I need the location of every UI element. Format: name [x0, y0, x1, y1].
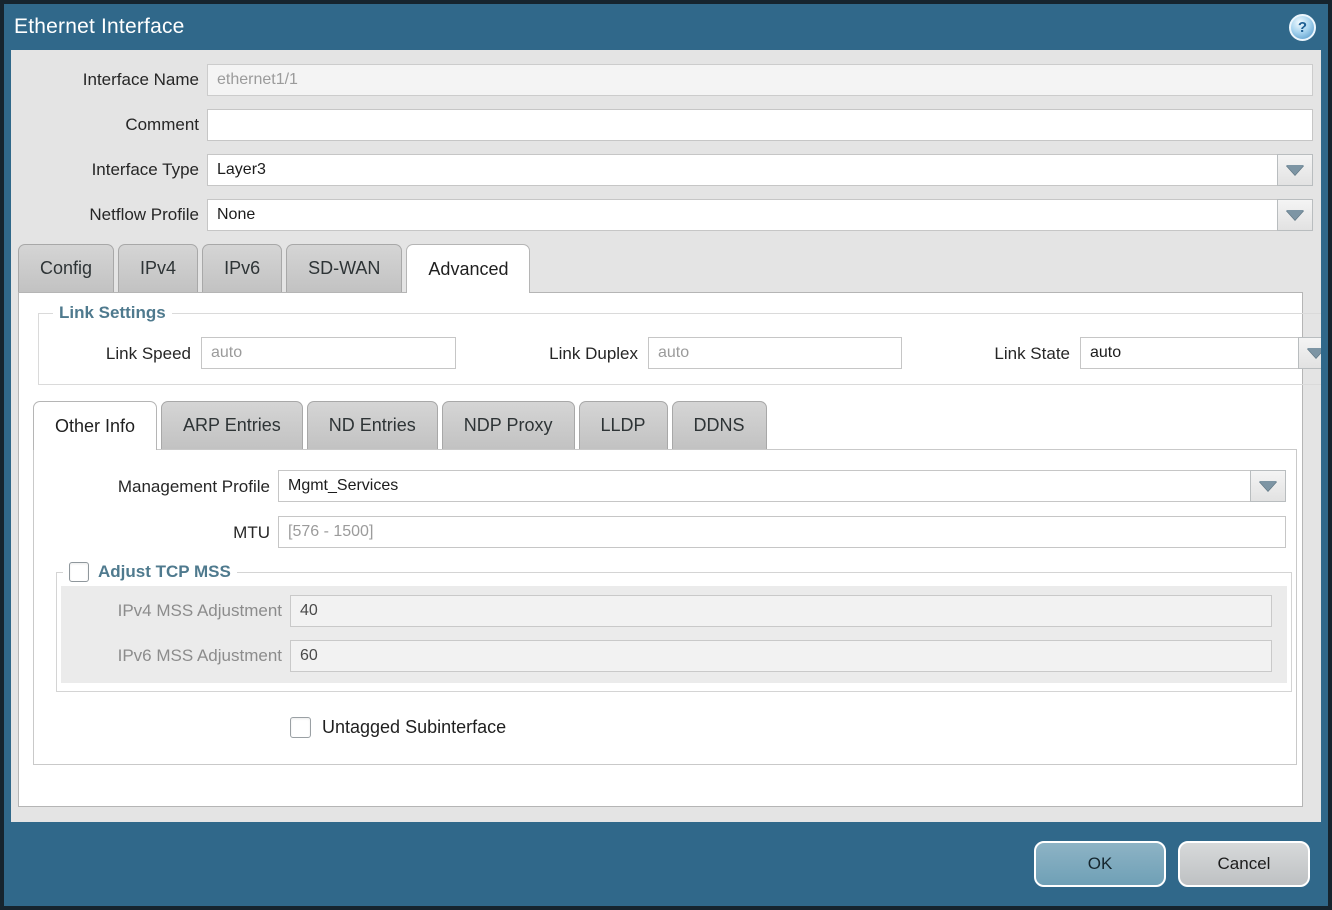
ipv4-mss-label: IPv4 MSS Adjustment	[61, 601, 290, 621]
ipv4-mss-input	[290, 595, 1272, 627]
ipv4-mss-row: IPv4 MSS Adjustment	[61, 594, 1272, 627]
adjust-tcp-mss-legend: Adjust TCP MSS	[98, 562, 231, 582]
link-state-dropdown-button[interactable]	[1298, 337, 1321, 369]
tab-lldp[interactable]: LLDP	[579, 401, 668, 449]
link-state-label: Link State	[965, 344, 1080, 364]
sub-tab-bar: Other Info ARP Entries ND Entries NDP Pr…	[33, 401, 1302, 449]
adjust-tcp-mss-fieldset: Adjust TCP MSS IPv4 MSS Adjustment IPv6 …	[56, 562, 1292, 692]
link-state-select[interactable]: auto	[1080, 337, 1298, 369]
management-profile-row: Management Profile Mgmt_Services	[34, 470, 1296, 503]
netflow-profile-select[interactable]: None	[207, 199, 1277, 231]
netflow-profile-dropdown-button[interactable]	[1277, 199, 1313, 231]
interface-type-select[interactable]: Layer3	[207, 154, 1277, 186]
adjust-tcp-mss-checkbox[interactable]	[69, 562, 89, 582]
link-settings-legend: Link Settings	[53, 303, 172, 323]
untagged-subinterface-checkbox[interactable]	[290, 717, 311, 738]
chevron-down-icon	[1286, 165, 1304, 175]
mss-disabled-panel: IPv4 MSS Adjustment IPv6 MSS Adjustment	[61, 586, 1287, 683]
tab-ndp-proxy[interactable]: NDP Proxy	[442, 401, 575, 449]
link-duplex-label: Link Duplex	[503, 344, 648, 364]
mtu-row: MTU	[34, 516, 1296, 549]
cancel-button[interactable]: Cancel	[1178, 841, 1310, 887]
mtu-label: MTU	[34, 523, 278, 543]
untagged-subinterface-row: Untagged Subinterface	[290, 717, 1296, 738]
netflow-profile-row: Netflow Profile None	[11, 199, 1321, 231]
dialog-content: Interface Name Comment Interface Type La…	[11, 50, 1321, 822]
management-profile-select[interactable]: Mgmt_Services	[278, 470, 1250, 502]
main-tab-bar: Config IPv4 IPv6 SD-WAN Advanced	[11, 244, 1321, 292]
interface-name-input	[207, 64, 1313, 96]
dialog-footer: OK Cancel	[4, 822, 1328, 906]
tab-config[interactable]: Config	[18, 244, 114, 292]
netflow-profile-label: Netflow Profile	[11, 205, 207, 225]
link-duplex-input[interactable]	[648, 337, 902, 369]
ipv6-mss-label: IPv6 MSS Adjustment	[61, 646, 290, 666]
tab-nd-entries[interactable]: ND Entries	[307, 401, 438, 449]
ipv6-mss-row: IPv6 MSS Adjustment	[61, 639, 1272, 672]
other-info-panel: Management Profile Mgmt_Services MTU	[33, 449, 1297, 765]
chevron-down-icon	[1286, 210, 1304, 220]
titlebar: Ethernet Interface ?	[4, 4, 1328, 50]
link-settings-fieldset: Link Settings Link Speed Link Duplex Lin…	[38, 303, 1321, 385]
comment-label: Comment	[11, 115, 207, 135]
tab-other-info[interactable]: Other Info	[33, 401, 157, 450]
tab-advanced[interactable]: Advanced	[406, 244, 530, 293]
interface-type-dropdown-button[interactable]	[1277, 154, 1313, 186]
tab-ipv6[interactable]: IPv6	[202, 244, 282, 292]
management-profile-dropdown-button[interactable]	[1250, 470, 1286, 502]
dialog-title: Ethernet Interface	[14, 15, 1289, 39]
ipv6-mss-input	[290, 640, 1272, 672]
advanced-tab-panel: Link Settings Link Speed Link Duplex Lin…	[18, 292, 1303, 807]
comment-input[interactable]	[207, 109, 1313, 141]
chevron-down-icon	[1307, 348, 1321, 358]
link-speed-label: Link Speed	[51, 344, 201, 364]
link-speed-input[interactable]	[201, 337, 456, 369]
interface-type-label: Interface Type	[11, 160, 207, 180]
interface-name-label: Interface Name	[11, 70, 207, 90]
mtu-input[interactable]	[278, 516, 1286, 548]
untagged-subinterface-label: Untagged Subinterface	[322, 717, 506, 738]
management-profile-label: Management Profile	[34, 477, 278, 497]
comment-row: Comment	[11, 109, 1321, 141]
tab-arp-entries[interactable]: ARP Entries	[161, 401, 303, 449]
tab-ddns[interactable]: DDNS	[672, 401, 767, 449]
interface-name-row: Interface Name	[11, 64, 1321, 96]
tab-sdwan[interactable]: SD-WAN	[286, 244, 402, 292]
ethernet-interface-dialog: Ethernet Interface ? Interface Name Comm…	[0, 0, 1332, 910]
interface-type-row: Interface Type Layer3	[11, 154, 1321, 186]
tab-ipv4[interactable]: IPv4	[118, 244, 198, 292]
help-icon[interactable]: ?	[1289, 14, 1316, 41]
chevron-down-icon	[1259, 481, 1277, 491]
ok-button[interactable]: OK	[1034, 841, 1166, 887]
